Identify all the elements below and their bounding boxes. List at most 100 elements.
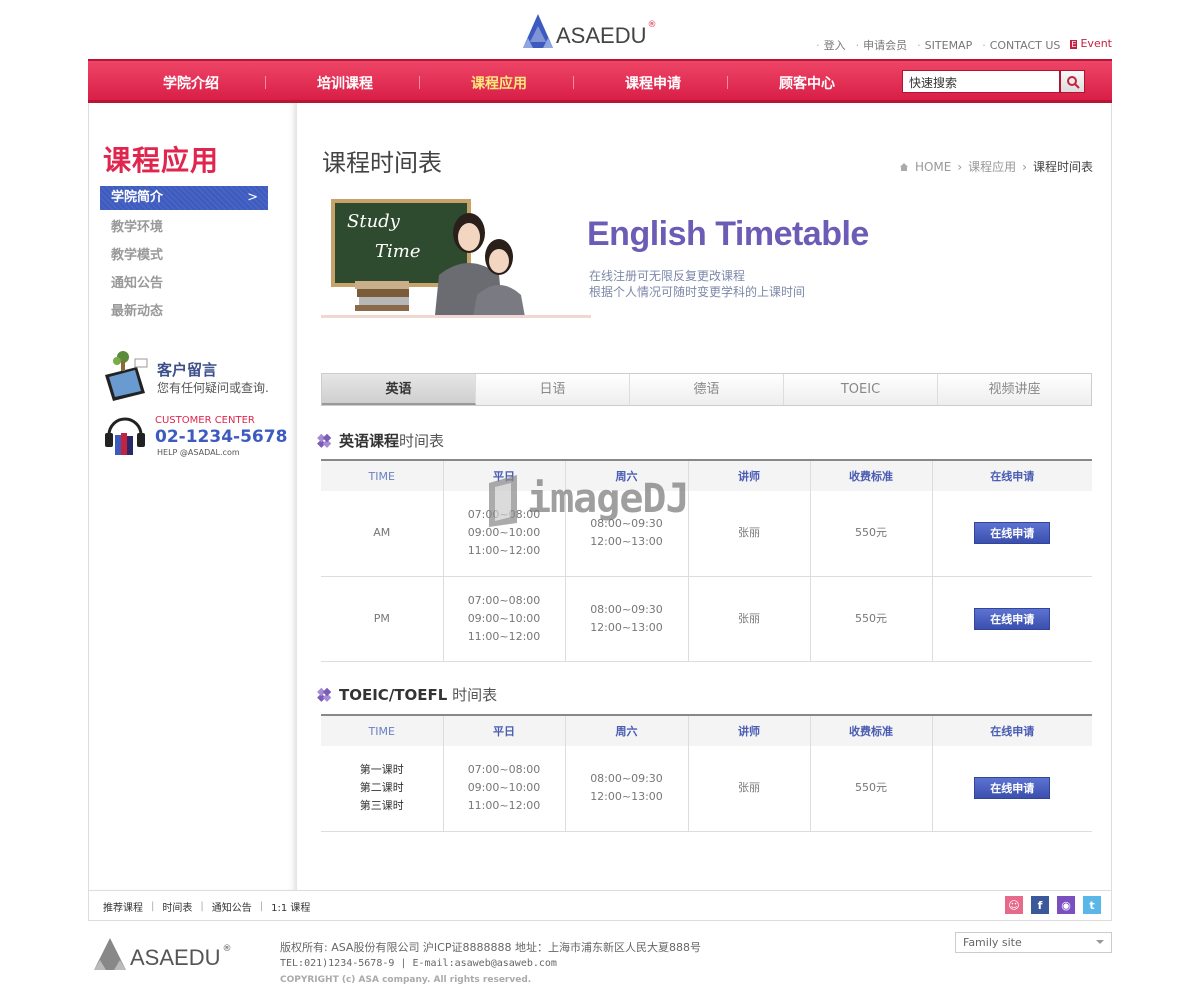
banner-line-1: 在线注册可无限反复更改课程: [589, 269, 746, 283]
saturday-cell: 08:00~09:30 12:00~13:00: [565, 576, 689, 662]
footer-separator: |: [259, 900, 264, 912]
brand-logo[interactable]: ASAEDU ®: [518, 12, 656, 50]
chevron-right-icon: ›: [1022, 159, 1027, 174]
sidebar-item-notice[interactable]: 通知公告: [100, 270, 268, 298]
footer-link-timetable[interactable]: 时间表: [162, 899, 192, 914]
footer-registered-mark: ®: [222, 944, 232, 954]
breadcrumb-home[interactable]: HOME: [915, 160, 951, 174]
tab-german[interactable]: 德语: [630, 374, 784, 405]
join-link[interactable]: 申请会员: [856, 37, 907, 53]
utility-links: 登入 申请会员 SITEMAP CONTACT US Event: [816, 37, 1112, 53]
tablet-plant-icon: [105, 351, 148, 401]
time-cell: 第一课时 第二课时 第三课时: [321, 746, 444, 832]
saturday-slot: 08:00~09:30: [590, 602, 663, 616]
table-row: AM 07:00~08:00 09:00~10:00 11:00~12:00 0…: [321, 491, 1092, 577]
footer-logo[interactable]: ASAEDU ®: [90, 936, 231, 972]
weekday-slot: 11:00~12:00: [467, 799, 541, 813]
contact-link[interactable]: CONTACT US: [982, 37, 1061, 53]
customer-message-banner[interactable]: 客户留言 您有任何疑问或查询.: [101, 349, 291, 405]
header-apply: 在线申请: [932, 459, 1092, 491]
watermark-text: imageDJ: [527, 476, 690, 522]
fee-cell: 550元: [810, 576, 933, 662]
login-link[interactable]: 登入: [816, 37, 846, 53]
period-label: 第一课时: [359, 763, 404, 777]
apply-button[interactable]: 在线申请: [974, 777, 1051, 800]
sidebar-item-intro[interactable]: 学院简介: [100, 186, 268, 210]
breadcrumb-section[interactable]: 课程应用: [968, 158, 1016, 175]
event-link[interactable]: Event: [1070, 37, 1112, 53]
sidebar-title: 课程应用: [103, 144, 220, 177]
section-title-lite: 时间表: [447, 686, 498, 704]
apply-button[interactable]: 在线申请: [974, 607, 1051, 630]
nav-separator: [419, 76, 420, 89]
twitter-icon[interactable]: t: [1083, 896, 1101, 914]
nav-item-apply[interactable]: 课程申请: [576, 73, 730, 93]
weekday-slot: 07:00~08:00: [467, 763, 541, 777]
tab-toeic[interactable]: TOEIC: [784, 374, 938, 405]
header-fee: 收费标准: [810, 459, 933, 491]
facebook-icon[interactable]: f: [1031, 896, 1049, 914]
nav-item-applications[interactable]: 课程应用: [422, 73, 576, 93]
headphones-books-icon: [105, 417, 145, 455]
registered-mark: ®: [647, 20, 657, 30]
sidebar-item-environment[interactable]: 教学环境: [100, 214, 268, 242]
apply-button[interactable]: 在线申请: [974, 522, 1051, 545]
footer-logo-triangle-icon: [94, 938, 126, 970]
time-cell: AM: [321, 491, 444, 577]
sidebar-item-mode[interactable]: 教学模式: [100, 242, 268, 270]
nav-item-about[interactable]: 学院介绍: [114, 73, 268, 93]
header-teacher: 讲师: [688, 714, 811, 746]
footer-link-recommended[interactable]: 推荐课程: [103, 899, 143, 914]
saturday-slot: 08:00~09:30: [590, 772, 663, 786]
sitemap-link[interactable]: SITEMAP: [917, 37, 973, 53]
teacher-cell: 张丽: [688, 746, 811, 832]
fee-cell: 550元: [810, 491, 933, 577]
table-row: PM 07:00~08:00 09:00~10:00 11:00~12:00 0…: [321, 576, 1092, 662]
weekday-cell: 07:00~08:00 09:00~10:00 11:00~12:00: [443, 576, 566, 662]
breadcrumb: HOME › 课程应用 › 课程时间表: [899, 158, 1093, 175]
tab-english[interactable]: 英语: [322, 374, 476, 405]
footer-line-2: TEL:021)1234-5678-9 | E-mail:asaweb@asaw…: [280, 958, 557, 969]
footer-link-notice[interactable]: 通知公告: [212, 899, 252, 914]
search-button[interactable]: [1060, 70, 1085, 93]
customer-center-help: HELP @ASADAL.com: [157, 448, 240, 457]
language-tabs: 英语 日语 德语 TOEIC 视频讲座: [321, 373, 1092, 406]
nav-separator: [573, 76, 574, 89]
diamond-bullet-icon: [321, 435, 333, 447]
breadcrumb-current: 课程时间表: [1032, 160, 1093, 174]
customer-center-banner[interactable]: CUSTOMER CENTER 02-1234-5678 HELP @ASADA…: [103, 411, 293, 461]
tab-video[interactable]: 视频讲座: [938, 374, 1091, 405]
timetable-banner: Study Time English Timetable 在线注册可无限反复更改…: [321, 195, 1091, 320]
weekday-slot: 09:00~10:00: [467, 611, 541, 625]
main-nav: 学院介绍 培训课程 课程应用 课程申请 顾客中心 快速搜索: [88, 59, 1112, 103]
header-apply: 在线申请: [932, 714, 1092, 746]
section-english-title: 英语课程 时间表: [321, 430, 444, 451]
header-fee: 收费标准: [810, 714, 933, 746]
search-input[interactable]: 快速搜索: [902, 70, 1060, 93]
logo-triangle-icon: [518, 12, 558, 50]
apply-cell: 在线申请: [932, 491, 1092, 577]
nav-item-courses[interactable]: 培训课程: [268, 73, 422, 93]
table-row: 第一课时 第二课时 第三课时 07:00~08:00 09:00~10:00 1…: [321, 746, 1092, 832]
section-toeic-title: TOEIC/TOEFL 时间表: [321, 684, 497, 705]
saturday-slot: 12:00~13:00: [590, 535, 663, 549]
banner-title: English Timetable: [587, 215, 869, 253]
header-weekday: 平日: [443, 714, 566, 746]
saturday-cell: 08:00~09:30 12:00~13:00: [565, 746, 689, 832]
home-icon: [899, 162, 908, 171]
header-teacher: 讲师: [688, 459, 811, 491]
customer-message-title: 客户留言: [157, 361, 218, 379]
teacher-cell: 张丽: [688, 491, 811, 577]
teacher-cell: 张丽: [688, 576, 811, 662]
tab-japanese[interactable]: 日语: [476, 374, 630, 405]
footer-link-one-on-one[interactable]: 1:1 课程: [271, 899, 310, 914]
english-timetable: TIME 平日 周六 讲师 收费标准 在线申请 AM 07:00~08:00 0…: [321, 459, 1092, 662]
nav-item-customer[interactable]: 顾客中心: [730, 73, 884, 93]
family-site-select[interactable]: Family site: [955, 932, 1112, 953]
sidebar-item-news[interactable]: 最新动态: [100, 298, 268, 326]
chevron-right-icon: ›: [957, 159, 963, 174]
cyworld-icon[interactable]: ☺: [1005, 896, 1023, 914]
footer-separator: |: [151, 900, 155, 912]
weekday-slot: 09:00~10:00: [467, 781, 541, 795]
me2day-icon[interactable]: ◉: [1057, 896, 1075, 914]
